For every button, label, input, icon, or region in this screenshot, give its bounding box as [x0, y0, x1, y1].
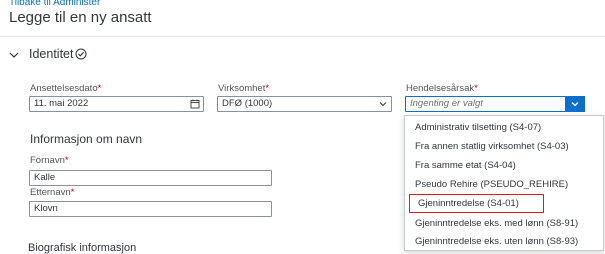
- start-date-field[interactable]: 11. mai 2022: [29, 96, 204, 112]
- chevron-down-icon[interactable]: [8, 49, 20, 61]
- next-section-title: Biografisk informasjon: [28, 242, 137, 254]
- event-reason-label: Hendelsesårsak*: [406, 83, 478, 94]
- company-value: DFØ (1000): [222, 98, 273, 109]
- name-section-title: Informasjon om navn: [30, 132, 143, 146]
- page-title: Legge til en ny ansatt: [9, 9, 152, 26]
- back-link[interactable]: Tilbake til Administer: [9, 0, 100, 8]
- dropdown-option[interactable]: Gjeninntredelse eks. uten lønn (S8-93): [405, 231, 603, 252]
- dropdown-option[interactable]: Fra annen statlig virksomhet (S4-03): [405, 136, 603, 157]
- last-name-value: Klovn: [34, 203, 58, 214]
- first-name-value: Kalle: [34, 172, 56, 183]
- header-divider: [0, 36, 605, 37]
- dropdown-option[interactable]: Fra samme etat (S4-04): [405, 155, 603, 176]
- last-name-label: Etternavn*: [30, 187, 75, 198]
- event-reason-select[interactable]: Ingenting er valgt: [405, 96, 585, 112]
- start-date-label: Ansettelsesdato*: [30, 83, 102, 94]
- event-reason-dropdown-button[interactable]: [565, 96, 585, 112]
- chevron-down-icon[interactable]: [378, 99, 388, 109]
- last-name-input[interactable]: Klovn: [29, 201, 272, 217]
- event-reason-placeholder: Ingenting er valgt: [410, 98, 483, 109]
- company-select[interactable]: DFØ (1000): [217, 96, 392, 112]
- section-title: Identitet: [29, 47, 74, 61]
- chevron-down-icon: [571, 102, 579, 107]
- dropdown-option[interactable]: Administrativ tilsetting (S4-07): [405, 117, 603, 138]
- company-label: Virksomhet*: [218, 83, 270, 94]
- first-name-label: Fornavn*: [30, 155, 69, 166]
- start-date-value: 11. mai 2022: [34, 98, 89, 109]
- dropdown-option[interactable]: Pseudo Rehire (PSEUDO_REHIRE): [405, 174, 603, 195]
- calendar-icon[interactable]: [190, 99, 200, 109]
- check-circle-icon: [75, 48, 87, 60]
- event-reason-dropdown-list: Administrativ tilsetting (S4-07) Fra ann…: [404, 115, 604, 251]
- first-name-input[interactable]: Kalle: [29, 170, 272, 186]
- dropdown-option-highlighted[interactable]: Gjeninntredelse (S4-01): [408, 193, 545, 214]
